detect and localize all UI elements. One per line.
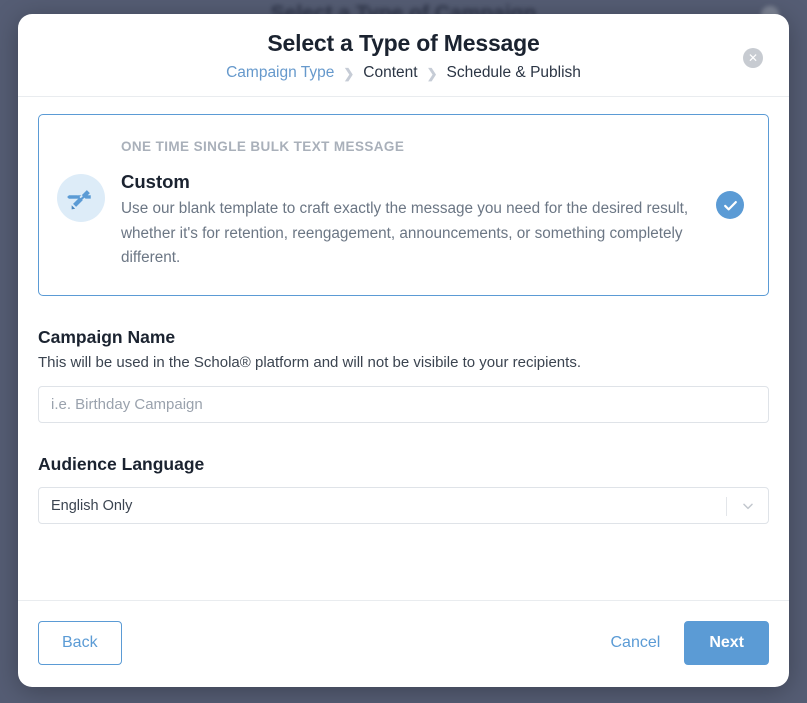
select-message-type-modal: Select a Type of Message Campaign Type ❯… xyxy=(18,14,789,687)
next-button[interactable]: Next xyxy=(684,621,769,665)
audience-language-field-group: Audience Language English Only xyxy=(38,452,769,524)
audience-language-select[interactable]: English Only xyxy=(38,487,769,524)
back-button[interactable]: Back xyxy=(38,621,122,665)
breadcrumb-step-campaign-type[interactable]: Campaign Type xyxy=(226,62,334,84)
page-title: Select a Type of Message xyxy=(267,30,540,56)
audience-language-selected-value: English Only xyxy=(51,497,133,514)
check-circle-icon xyxy=(716,191,744,219)
campaign-name-label: Campaign Name xyxy=(38,327,176,347)
chevron-down-icon[interactable] xyxy=(740,488,756,523)
campaign-name-field-group: Campaign Name This will be used in the S… xyxy=(38,325,769,423)
pencil-ruler-icon xyxy=(57,174,105,222)
campaign-type-card-custom[interactable]: ONE TIME SINGLE BULK TEXT MESSAGE Custom… xyxy=(38,114,769,296)
chevron-right-icon: ❯ xyxy=(343,66,355,81)
modal-footer: Back Cancel Next xyxy=(18,600,789,687)
campaign-type-card-text: ONE TIME SINGLE BULK TEXT MESSAGE Custom… xyxy=(121,137,746,271)
close-icon[interactable]: ✕ xyxy=(743,48,763,68)
modal-overlay-backdrop: Select a Type of Campaign Select a Type … xyxy=(0,0,807,703)
cancel-button[interactable]: Cancel xyxy=(609,629,663,657)
breadcrumb: Campaign Type ❯ Content ❯ Schedule & Pub… xyxy=(18,62,789,84)
select-divider xyxy=(726,497,727,516)
chevron-right-icon: ❯ xyxy=(426,66,438,81)
campaign-name-help-text: This will be used in the Schola® platfor… xyxy=(38,354,581,371)
modal-header: Select a Type of Message Campaign Type ❯… xyxy=(18,14,789,97)
modal-body: ONE TIME SINGLE BULK TEXT MESSAGE Custom… xyxy=(18,97,789,600)
footer-right-actions: Cancel Next xyxy=(609,621,769,665)
campaign-type-description: Use our blank template to craft exactly … xyxy=(121,200,689,266)
campaign-type-title: Custom xyxy=(121,171,190,192)
breadcrumb-step-content[interactable]: Content xyxy=(363,62,417,84)
campaign-name-input[interactable] xyxy=(38,386,769,423)
campaign-type-kicker: ONE TIME SINGLE BULK TEXT MESSAGE xyxy=(121,139,405,154)
breadcrumb-step-schedule-publish[interactable]: Schedule & Publish xyxy=(446,62,580,84)
audience-language-label: Audience Language xyxy=(38,454,205,474)
